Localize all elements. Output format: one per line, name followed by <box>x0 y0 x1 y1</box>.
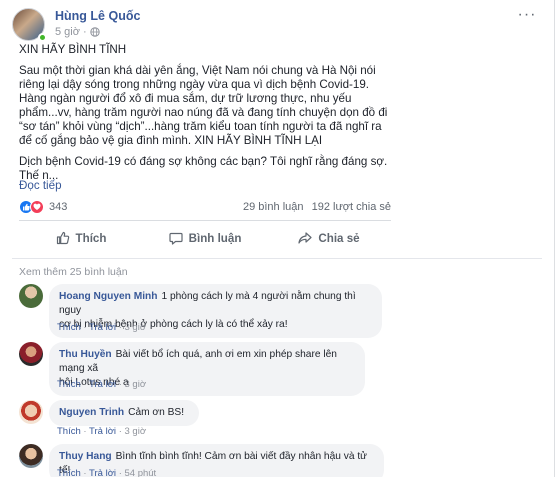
comment-icon <box>168 232 183 245</box>
comment-like-link[interactable]: Thích <box>57 468 81 477</box>
post-time[interactable]: 5 giờ <box>55 26 80 38</box>
like-button[interactable]: Thích <box>19 225 143 251</box>
comment-time[interactable]: 3 giờ <box>125 379 147 390</box>
comment-reply-link[interactable]: Trả lời <box>89 322 116 333</box>
see-more-link[interactable]: Đọc tiếp <box>19 179 62 192</box>
commenter-avatar[interactable] <box>19 284 43 308</box>
comment-button-label: Bình luận <box>188 231 242 245</box>
commenter-name[interactable]: Hoang Nguyen Minh <box>59 291 157 302</box>
dot-separator: · <box>83 379 87 390</box>
comment-like-link[interactable]: Thích <box>57 379 81 390</box>
comment-item: Nguyen Trinh Cảm ơn BS! Thích · Trả lời ·… <box>19 400 379 440</box>
comment-time[interactable]: 54 phút <box>125 468 157 477</box>
post-header: Hùng Lê Quốc 5 giờ · ··· <box>12 7 542 42</box>
more-options-icon[interactable]: ··· <box>516 7 538 24</box>
online-status-icon <box>38 33 47 42</box>
view-more-comments-link[interactable]: Xem thêm 25 bình luận <box>19 266 128 278</box>
comment-actions: Thích · Trả lời · 3 giờ <box>57 379 146 390</box>
post-actions: Thích Bình luận Chia sẻ <box>19 225 391 251</box>
comment-reply-link[interactable]: Trả lời <box>89 379 116 390</box>
commenter-name[interactable]: Thuy Hang <box>59 451 112 462</box>
comments-section: Xem thêm 25 bình luận Hoang Nguyen Minh 1… <box>0 258 554 477</box>
comment-bubble: Nguyen Trinh Cảm ơn BS! <box>49 400 199 426</box>
commenter-avatar[interactable] <box>19 444 43 468</box>
meta-separator: · <box>82 26 87 38</box>
share-icon <box>298 232 312 244</box>
comment-actions: Thích · Trả lời · 3 giờ <box>57 322 146 333</box>
dot-separator: · <box>83 322 87 333</box>
comment-button[interactable]: Bình luận <box>143 225 267 251</box>
engagement-counts: 29 bình luận 192 lượt chia sẻ <box>238 201 391 213</box>
post-card: Hùng Lê Quốc 5 giờ · ··· XIN HÃY BÌNH TĨ… <box>0 0 555 477</box>
comment-actions: Thích · Trả lời · 3 giờ <box>57 426 146 437</box>
divider <box>12 258 542 259</box>
comment-item: Hoang Nguyen Minh 1 phòng cách ly mà 4 ng… <box>19 284 382 344</box>
like-button-label: Thích <box>75 231 107 245</box>
commenter-avatar[interactable] <box>19 400 43 424</box>
post-paragraph: Sau một thời gian khá dài yên ắng, Việt … <box>19 64 388 147</box>
commenter-name[interactable]: Nguyen Trinh <box>59 407 124 418</box>
comment-actions: Thích · Trả lời · 54 phút <box>57 468 156 477</box>
post-paragraph: XIN HÃY BÌNH TĨNH <box>19 43 127 56</box>
dot-separator: · <box>118 379 122 390</box>
share-button[interactable]: Chia sẻ <box>267 225 391 251</box>
comment-item: Thuy Hang Bình tĩnh bình tĩnh! Cảm ơn bài… <box>19 444 384 477</box>
dot-separator: · <box>118 426 122 437</box>
comment-item: Thu Huyền Bài viết bổ ích quá, anh ơi em … <box>19 342 379 402</box>
post-meta: 5 giờ · <box>55 26 100 38</box>
comment-reply-link[interactable]: Trả lời <box>89 426 116 437</box>
commenter-avatar[interactable] <box>19 342 43 366</box>
commenter-name[interactable]: Thu Huyền <box>59 349 112 360</box>
dot-separator: · <box>118 468 122 477</box>
share-button-label: Chia sẻ <box>318 231 360 245</box>
dot-separator: · <box>118 322 122 333</box>
comment-time[interactable]: 3 giờ <box>125 322 147 333</box>
reaction-count: 343 <box>49 201 68 213</box>
divider <box>19 220 391 221</box>
post-stats: 343 29 bình luận 192 lượt chia sẻ <box>19 198 391 218</box>
comment-text: Cảm ơn BS! <box>128 407 185 418</box>
comment-count[interactable]: 29 bình luận <box>243 201 304 213</box>
reactions-summary[interactable]: 343 <box>19 200 67 214</box>
dot-separator: · <box>83 426 87 437</box>
share-count[interactable]: 192 lượt chia sẻ <box>312 201 391 213</box>
post-paragraph: Dịch bệnh Covid-19 có đáng sợ không các … <box>19 155 388 182</box>
author-name[interactable]: Hùng Lê Quốc <box>55 9 140 23</box>
comment-like-link[interactable]: Thích <box>57 426 81 437</box>
dot-separator: · <box>83 468 87 477</box>
comment-like-link[interactable]: Thích <box>57 322 81 333</box>
post-body: XIN HÃY BÌNH TĨNH Sau một thời gian khá … <box>19 43 397 190</box>
comment-reply-link[interactable]: Trả lời <box>89 468 116 477</box>
love-reaction-icon <box>30 200 44 214</box>
globe-icon <box>89 27 100 37</box>
thumbs-up-icon <box>56 231 69 245</box>
comment-time[interactable]: 3 giờ <box>125 426 147 437</box>
